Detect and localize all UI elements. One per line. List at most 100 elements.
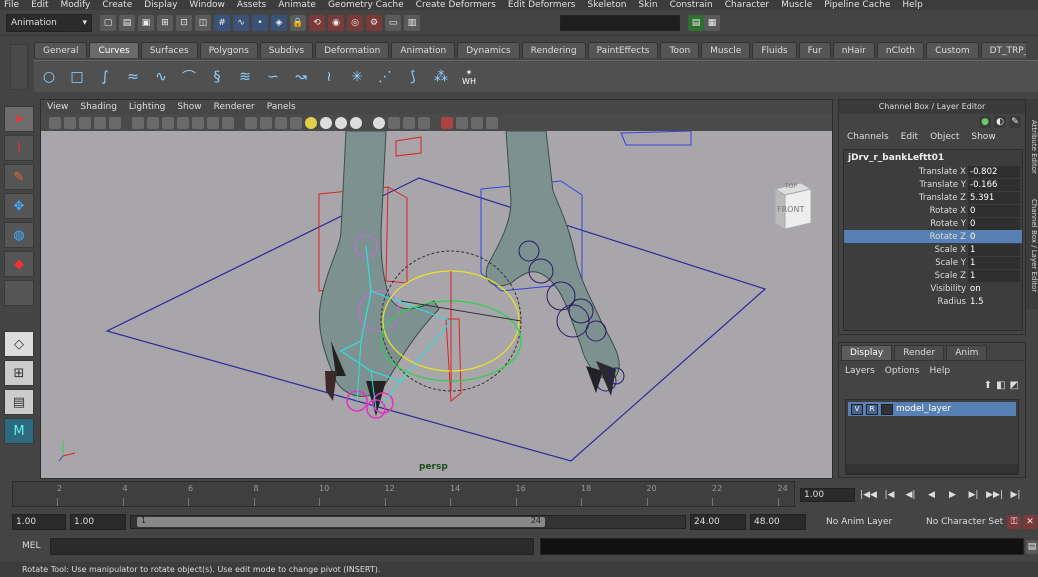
viewport-menu-panels[interactable]: Panels	[267, 102, 296, 112]
menu-edit-deformers[interactable]: Edit Deformers	[508, 0, 576, 10]
isolate-select-icon[interactable]	[441, 116, 453, 129]
layout-single-icon[interactable]: ◇	[4, 331, 34, 357]
channel-name[interactable]: Translate Z	[844, 193, 968, 203]
rotate-tool-icon[interactable]: ◍	[4, 222, 34, 248]
shelf-tab-general[interactable]: General	[34, 42, 88, 58]
bookmark-icon[interactable]	[79, 116, 91, 129]
go-to-end-icon[interactable]: ▶|	[1007, 487, 1024, 503]
wireframe-icon[interactable]	[245, 116, 257, 129]
shelf-tab-animation[interactable]: Animation	[391, 42, 456, 58]
menu-modify[interactable]: Modify	[61, 0, 91, 10]
side-tab-channel-box[interactable]: Channel Box / Layer Editor	[1026, 191, 1038, 301]
safe-action-icon[interactable]	[207, 116, 219, 129]
menu-edit[interactable]: Edit	[31, 0, 48, 10]
layer-menu-layers[interactable]: Layers	[845, 366, 875, 376]
history-icon[interactable]: ⟲	[309, 14, 325, 31]
channel-name[interactable]: Rotate Z	[844, 232, 968, 242]
insert-knot-icon[interactable]: ∽	[262, 66, 284, 88]
new-empty-layer-icon[interactable]: ◧	[996, 380, 1005, 391]
viewport-menu-lighting[interactable]: Lighting	[129, 102, 165, 112]
channel-name[interactable]: Translate X	[844, 167, 968, 177]
command-input[interactable]	[50, 538, 534, 555]
channel-value[interactable]: 0	[968, 204, 1020, 217]
layer-reference-toggle[interactable]: R	[866, 403, 878, 415]
playback-start-field[interactable]: 1.00	[70, 514, 126, 530]
channel-name[interactable]: Rotate Y	[844, 219, 968, 229]
move-layer-up-icon[interactable]: ⬆	[984, 380, 992, 391]
toggle-panel-icon-2[interactable]: ▦	[704, 14, 720, 31]
time-slider[interactable]: 2 4 6 8 10 12 14 16 18 20 22 24	[12, 481, 795, 507]
snap-curve-icon[interactable]: ∿	[233, 14, 249, 31]
menu-set-dropdown[interactable]: Animation ▾	[6, 13, 92, 32]
scale-tool-icon[interactable]: ◆	[4, 251, 34, 277]
shelf-tab-nhair[interactable]: nHair	[832, 42, 875, 58]
channel-row-scale-z[interactable]: Scale Z1	[844, 269, 1022, 282]
menu-file[interactable]: File	[4, 0, 19, 10]
motion-blur-icon[interactable]	[403, 116, 415, 129]
xray-icon[interactable]	[290, 116, 302, 129]
play-backwards-icon[interactable]: ◀	[923, 487, 940, 503]
detach-curves-icon[interactable]: ≋	[234, 66, 256, 88]
channel-value[interactable]: -0.802	[968, 165, 1020, 178]
menu-create[interactable]: Create	[102, 0, 132, 10]
default-light-icon[interactable]	[305, 116, 317, 129]
go-to-start-icon[interactable]: |◀◀	[860, 487, 877, 503]
layer-name[interactable]: model_layer	[896, 404, 951, 414]
menu-help[interactable]: Help	[902, 0, 923, 10]
layer-scrollbar[interactable]	[846, 464, 1018, 474]
shelf-tab-custom[interactable]: Custom	[926, 42, 979, 58]
shelf-tab-surfaces[interactable]: Surfaces	[140, 42, 198, 58]
channel-box-menu-channels[interactable]: Channels	[847, 132, 889, 146]
save-scene-icon[interactable]: ▣	[138, 14, 154, 31]
offset-curve-icon[interactable]: ≀	[318, 66, 340, 88]
command-language-label[interactable]: MEL	[22, 541, 40, 551]
channel-row-translate-y[interactable]: Translate Y -0.166	[844, 178, 1022, 191]
playback-end-field[interactable]: 24.00	[690, 514, 746, 530]
cluster-icon[interactable]: ⁂	[430, 66, 452, 88]
channel-box-toggle-icon[interactable]: ●	[979, 116, 991, 128]
perspective-viewport[interactable]: View Shading Lighting Show Renderer Panels	[40, 99, 833, 479]
step-back-key-icon[interactable]: |◀	[881, 487, 898, 503]
shelf-tab-ncloth[interactable]: nCloth	[876, 42, 925, 58]
channel-row-rotate-y[interactable]: Rotate Y0	[844, 217, 1022, 230]
select-hierarchy-icon[interactable]: ⊞	[157, 14, 173, 31]
viewcube[interactable]: TOP FRONT	[771, 181, 815, 231]
extend-curve-icon[interactable]: ↝	[290, 66, 312, 88]
animation-end-field[interactable]: 48.00	[750, 514, 806, 530]
channel-value[interactable]: 1	[968, 269, 1020, 282]
step-forward-key-icon[interactable]: ▶▶|	[986, 487, 1003, 503]
anim-prefs-icon[interactable]: ✕	[1023, 515, 1037, 529]
layer-tab-render[interactable]: Render	[894, 345, 945, 360]
cv-curve-icon[interactable]: ∫	[94, 66, 116, 88]
channel-name[interactable]: Rotate X	[844, 206, 968, 216]
channel-value[interactable]: 0	[968, 217, 1020, 230]
menu-window[interactable]: Window	[189, 0, 225, 10]
channel-name[interactable]: Scale X	[844, 245, 968, 255]
selected-lights-icon[interactable]	[335, 116, 347, 129]
shelf-tab-deformation[interactable]: Deformation	[315, 42, 390, 58]
arc-icon[interactable]: ⌒	[178, 66, 200, 88]
add-points-icon[interactable]: ⋰	[374, 66, 396, 88]
animation-start-field[interactable]: 1.00	[12, 514, 66, 530]
render-icon[interactable]: ◉	[328, 14, 344, 31]
two-d-pan-icon[interactable]	[109, 116, 121, 129]
channel-row-translate-z[interactable]: Translate Z 5.391	[844, 191, 1022, 204]
snap-point-icon[interactable]: •	[252, 14, 268, 31]
new-scene-icon[interactable]: ▢	[100, 14, 116, 31]
all-lights-icon[interactable]	[320, 116, 332, 129]
shelf-tab-dynamics[interactable]: Dynamics	[457, 42, 520, 58]
menu-muscle[interactable]: Muscle	[781, 0, 812, 10]
grid-icon[interactable]	[132, 116, 144, 129]
channel-box-menu-edit[interactable]: Edit	[901, 132, 918, 146]
high-quality-icon[interactable]	[486, 116, 498, 129]
channel-value[interactable]: -0.166	[968, 178, 1020, 191]
viewport-menu-view[interactable]: View	[47, 102, 68, 112]
gate-mask-icon[interactable]	[177, 116, 189, 129]
curve-edit-icon[interactable]: ⟆	[402, 66, 424, 88]
viewport-menu-show[interactable]: Show	[177, 102, 201, 112]
camera-attr-icon[interactable]	[64, 116, 76, 129]
menu-constrain[interactable]: Constrain	[670, 0, 713, 10]
shelf-tab-subdivs[interactable]: Subdivs	[259, 42, 314, 58]
selected-node-name[interactable]: jDrv_r_bankLeftt01	[844, 150, 1022, 165]
viewport-canvas[interactable]: TOP FRONT persp	[41, 130, 832, 478]
